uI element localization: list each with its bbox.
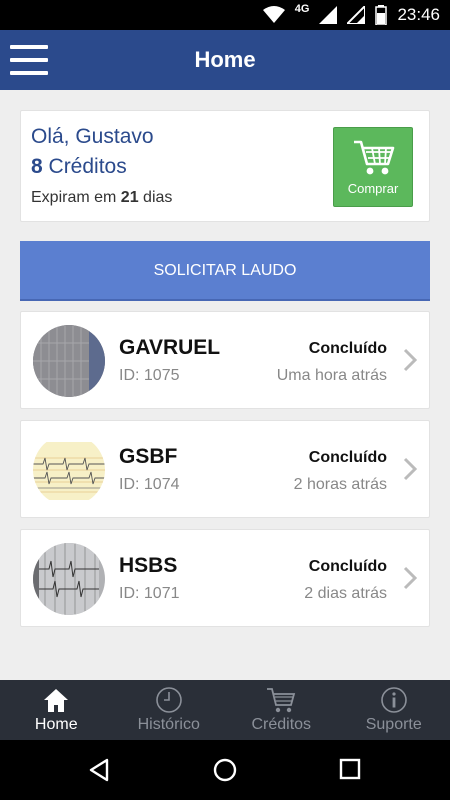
report-id: ID: 1075 [119,367,180,384]
nav-support[interactable]: Suporte [338,680,450,740]
report-status: Concluído [308,340,387,357]
signal-icon [319,6,338,24]
report-thumbnail [33,543,105,615]
wifi-icon [262,6,285,23]
bottom-nav: Home Histórico Créditos Suporte [0,680,450,740]
report-id: ID: 1074 [119,476,180,493]
credits-label: Créditos [42,155,127,178]
report-name: GSBF [119,445,178,468]
info-icon [380,687,407,713]
buy-credits-button[interactable]: Comprar [333,127,413,207]
report-status: Concluído [308,449,387,466]
cart-icon [267,688,296,713]
page-title: Home [194,47,256,72]
report-name: HSBS [119,554,178,577]
report-name: GAVRUEL [119,336,221,359]
cart-icon [354,140,395,175]
status-bar: 4G 23:46 [0,0,450,30]
system-nav-bar [0,740,450,800]
report-thumbnail [33,434,105,506]
chevron-right-icon [403,457,417,481]
buy-label: Comprar [347,181,399,196]
expire-suffix: dias [138,189,173,206]
home-circle-icon[interactable] [213,758,237,782]
clock-icon [155,687,182,713]
expire-text: Expiram em 21 dias [31,189,172,207]
credits-text: 8 Créditos [31,155,127,179]
chevron-right-icon [403,566,417,590]
home-icon [44,689,69,712]
report-time: Uma hora atrás [276,367,387,384]
nav-credits[interactable]: Créditos [225,680,338,740]
report-card[interactable]: GAVRUEL ID: 1075 Concluído Uma hora atrá… [20,311,430,409]
nav-home-label: Home [34,716,78,733]
report-time: 2 dias atrás [304,585,387,602]
request-report-button[interactable]: SOLICITAR LAUDO [20,241,430,301]
report-card[interactable]: GSBF ID: 1074 Concluído 2 horas atrás [20,420,430,518]
back-icon[interactable] [88,758,110,782]
report-card[interactable]: HSBS ID: 1071 Concluído 2 dias atrás [20,529,430,627]
clock: 23:46 [397,5,440,24]
battery-icon [375,5,388,25]
report-status: Concluído [308,558,387,575]
credits-count: 8 [31,155,43,178]
greeting-card: Olá, Gustavo 8 Créditos Expiram em 21 di… [20,110,430,222]
nav-support-label: Suporte [365,716,422,733]
network-type: 4G [294,3,310,15]
nav-home[interactable]: Home [0,680,113,740]
nav-credits-label: Créditos [251,716,312,733]
signal-icon-2 [347,6,366,24]
expire-days: 21 [120,189,139,206]
report-id: ID: 1071 [119,585,180,602]
greeting-text: Olá, Gustavo [31,125,154,148]
report-thumbnail [33,325,105,397]
recents-icon[interactable] [339,758,361,780]
app-bar: Home [0,30,450,90]
chevron-right-icon [403,348,417,372]
status-icons: 4G 23:46 [262,0,440,30]
nav-history[interactable]: Histórico [113,680,226,740]
report-time: 2 horas atrás [293,476,387,493]
expire-prefix: Expiram em [31,189,121,206]
nav-history-label: Histórico [137,716,200,733]
